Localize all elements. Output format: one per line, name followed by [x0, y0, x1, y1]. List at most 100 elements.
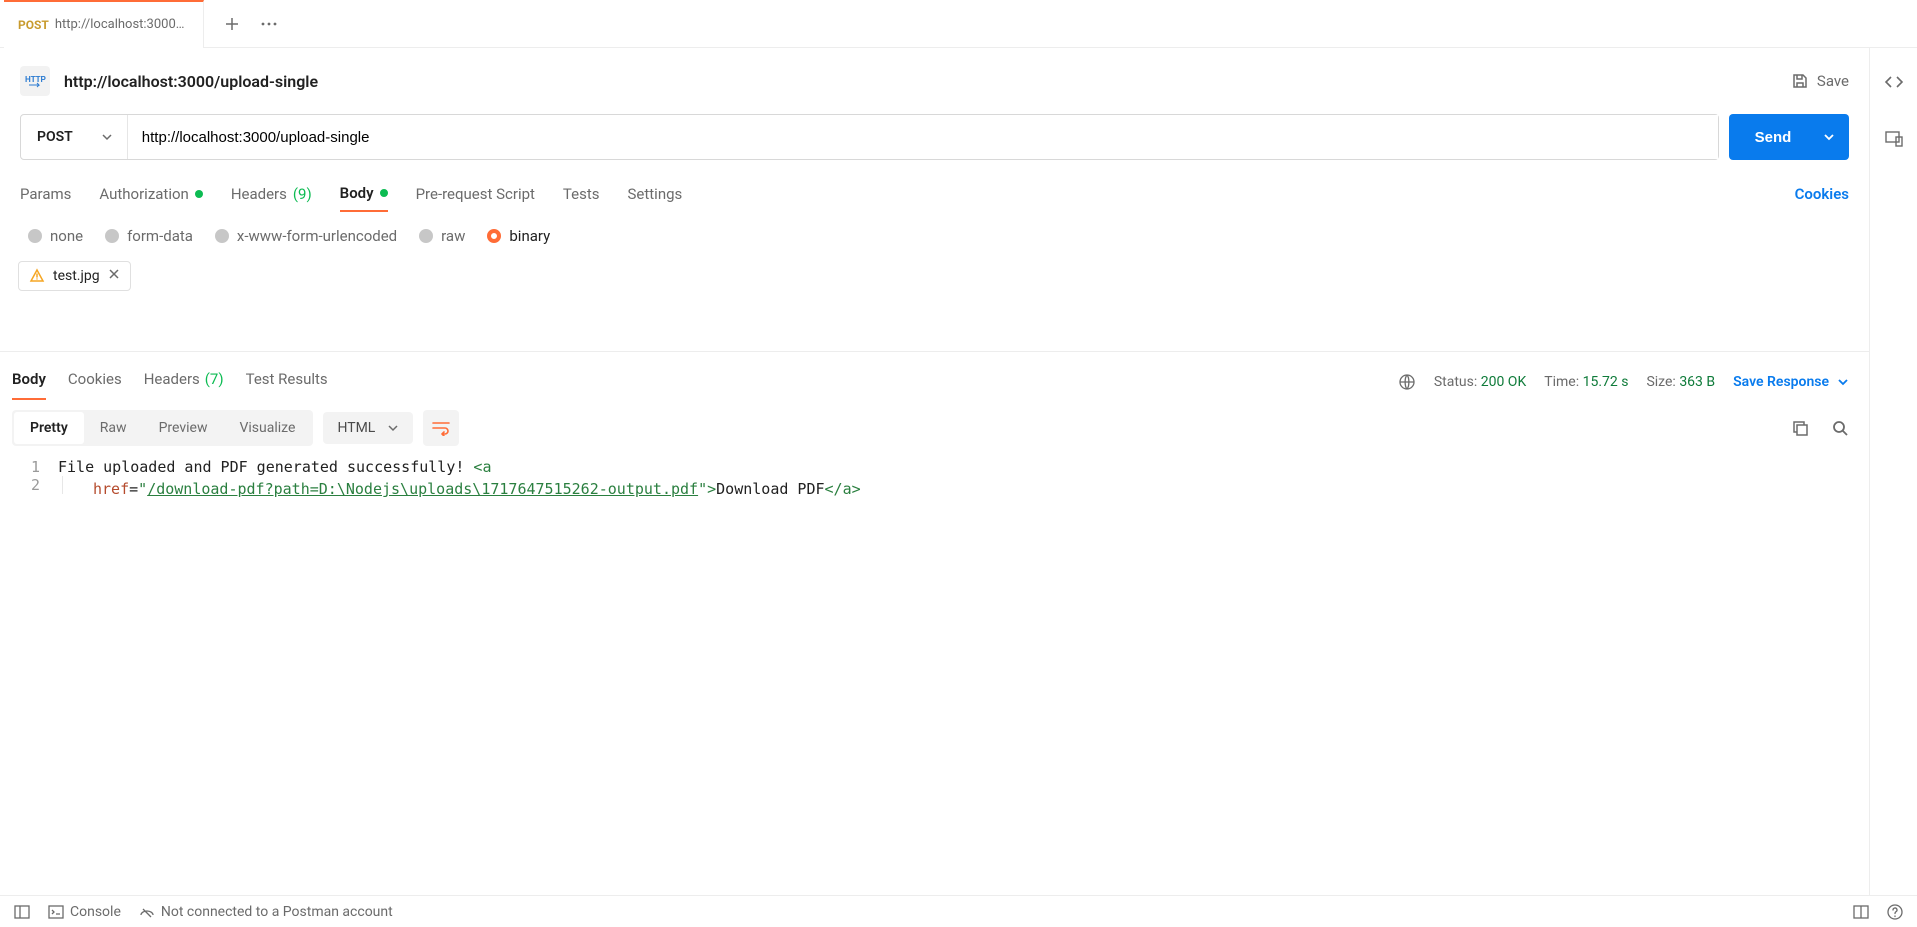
code-tag: </	[825, 480, 843, 498]
tab-headers[interactable]: Headers (9)	[231, 177, 312, 211]
code-tag: a	[482, 458, 491, 476]
radio-binary-label: binary	[509, 227, 550, 245]
save-button[interactable]: Save	[1791, 72, 1849, 90]
code-tag: >	[707, 480, 716, 498]
resp-tab-test-results[interactable]: Test Results	[246, 364, 328, 400]
line-number: 2	[6, 476, 58, 494]
tab-headers-label: Headers	[231, 185, 287, 203]
indent-guide	[62, 476, 63, 494]
radio-icon	[28, 229, 42, 243]
radio-none-label: none	[50, 227, 83, 245]
tab-params[interactable]: Params	[20, 177, 71, 211]
language-label: HTML	[337, 420, 375, 436]
view-pretty-label: Pretty	[30, 420, 68, 436]
tab-method-label: POST	[18, 18, 49, 32]
request-tab[interactable]: POST http://localhost:3000/up	[4, 0, 204, 48]
time-value: 15.72 s	[1583, 374, 1629, 390]
code-line: 2 href="/download-pdf?path=D:\Nodejs\upl…	[6, 476, 1863, 494]
language-select[interactable]: HTML	[323, 412, 413, 444]
request-tab-bar: Params Authorization Headers (9) Body Pr…	[20, 176, 1767, 212]
radio-form-data[interactable]: form-data	[105, 227, 193, 245]
resp-tab-body[interactable]: Body	[12, 364, 46, 400]
resp-tab-headers[interactable]: Headers (7)	[144, 364, 224, 400]
dot-icon	[380, 189, 388, 197]
responsive-icon[interactable]	[1884, 130, 1904, 148]
globe-icon[interactable]	[1398, 373, 1416, 391]
headers-count: (9)	[293, 185, 312, 203]
request-title: http://localhost:3000/upload-single	[64, 72, 1777, 91]
tab-settings[interactable]: Settings	[628, 177, 683, 211]
radio-icon	[215, 229, 229, 243]
tab-prerequest-label: Pre-request Script	[416, 185, 535, 203]
tab-body[interactable]: Body	[340, 176, 388, 212]
sidebar-toggle-icon[interactable]	[14, 905, 30, 919]
view-pretty[interactable]: Pretty	[14, 412, 84, 444]
response-header: Body Cookies Headers (7) Test Results St…	[0, 351, 1869, 400]
chevron-down-icon	[101, 133, 113, 141]
resp-tab-cookies[interactable]: Cookies	[68, 364, 122, 400]
method-select[interactable]: POST	[21, 115, 128, 159]
save-response-button[interactable]: Save Response	[1733, 374, 1849, 390]
tab-params-label: Params	[20, 185, 71, 203]
tab-actions	[204, 16, 278, 32]
tab-authorization[interactable]: Authorization	[99, 177, 202, 211]
request-tabs: Params Authorization Headers (9) Body Pr…	[0, 172, 1869, 213]
tab-body-label: Body	[340, 184, 374, 202]
resp-headers-label: Headers	[144, 370, 200, 390]
sync-status-label: Not connected to a Postman account	[161, 904, 393, 920]
copy-icon[interactable]	[1791, 419, 1809, 437]
tab-prerequest[interactable]: Pre-request Script	[416, 177, 535, 211]
send-button[interactable]: Send	[1729, 114, 1849, 160]
file-row: test.jpg	[0, 247, 1869, 351]
url-input[interactable]	[128, 115, 1718, 159]
layout-icon[interactable]	[1853, 905, 1869, 919]
side-strip	[1869, 48, 1917, 927]
console-button[interactable]: Console	[48, 904, 121, 920]
status-label: Status:	[1434, 374, 1477, 390]
radio-raw[interactable]: raw	[419, 227, 465, 245]
title-row: HTTP http://localhost:3000/upload-single…	[0, 48, 1869, 114]
cookies-link[interactable]: Cookies	[1795, 177, 1849, 211]
more-tabs-icon[interactable]	[260, 21, 278, 27]
search-icon[interactable]	[1831, 419, 1849, 437]
method-label: POST	[37, 129, 73, 145]
radio-xwww[interactable]: x-www-form-urlencoded	[215, 227, 397, 245]
file-pill[interactable]: test.jpg	[18, 261, 131, 291]
wrap-lines-button[interactable]	[423, 410, 459, 446]
radio-binary[interactable]: binary	[487, 227, 550, 245]
radio-selected-icon	[487, 229, 501, 243]
code-icon[interactable]	[1884, 74, 1904, 90]
response-body[interactable]: 1 File uploaded and PDF generated succes…	[0, 454, 1869, 927]
resp-cookies-label: Cookies	[68, 370, 122, 390]
sync-status[interactable]: Not connected to a Postman account	[139, 904, 393, 920]
view-preview-label: Preview	[159, 420, 208, 436]
remove-file-icon[interactable]	[108, 268, 120, 284]
cookies-label: Cookies	[1795, 185, 1849, 203]
code-text: Download PDF	[716, 480, 824, 498]
code-href: /download-pdf?path=D:\Nodejs\uploads\171…	[147, 480, 698, 498]
code-text: =	[129, 480, 138, 498]
view-raw[interactable]: Raw	[84, 412, 143, 444]
tab-authorization-label: Authorization	[99, 185, 188, 203]
warning-icon	[29, 268, 45, 284]
line-number: 1	[6, 458, 58, 476]
help-icon[interactable]	[1887, 904, 1903, 920]
main-row: HTTP http://localhost:3000/upload-single…	[0, 48, 1917, 927]
view-row: Pretty Raw Preview Visualize HTML	[0, 400, 1869, 454]
time-label: Time:	[1544, 374, 1579, 390]
code-attr: href	[93, 480, 129, 498]
size-value: 363 B	[1679, 374, 1715, 390]
new-tab-icon[interactable]	[224, 16, 240, 32]
view-visualize[interactable]: Visualize	[223, 412, 311, 444]
view-preview[interactable]: Preview	[143, 412, 224, 444]
code-content: File uploaded and PDF generated successf…	[58, 458, 491, 476]
request-row: POST Send	[0, 114, 1869, 172]
code-tag: >	[852, 480, 861, 498]
response-meta: Status: 200 OK Time: 15.72 s Size: 363 B…	[1398, 373, 1849, 391]
tab-tests[interactable]: Tests	[563, 177, 600, 211]
console-label: Console	[70, 904, 121, 920]
tab-tests-label: Tests	[563, 185, 600, 203]
radio-none[interactable]: none	[28, 227, 83, 245]
status-meta: Status: 200 OK	[1434, 374, 1526, 390]
resp-headers-count: (7)	[205, 370, 224, 390]
